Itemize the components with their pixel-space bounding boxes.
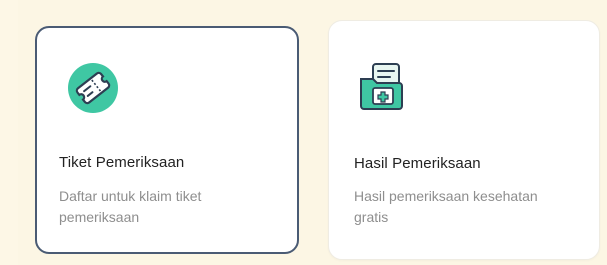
medical-folder-icon <box>357 61 409 113</box>
ticket-icon <box>67 62 119 114</box>
card-description: Daftar untuk klaim tiket pemeriksaan <box>59 188 202 225</box>
card-hasil-pemeriksaan[interactable]: Hasil Pemeriksaan Hasil pemeriksaan kese… <box>328 20 600 260</box>
card-title: Hasil Pemeriksaan <box>354 155 481 172</box>
card-description: Hasil pemeriksaan kesehatan gratis <box>354 188 538 225</box>
card-title: Tiket Pemeriksaan <box>59 154 185 171</box>
card-tiket-pemeriksaan[interactable]: Tiket Pemeriksaan Daftar untuk klaim tik… <box>35 26 299 254</box>
